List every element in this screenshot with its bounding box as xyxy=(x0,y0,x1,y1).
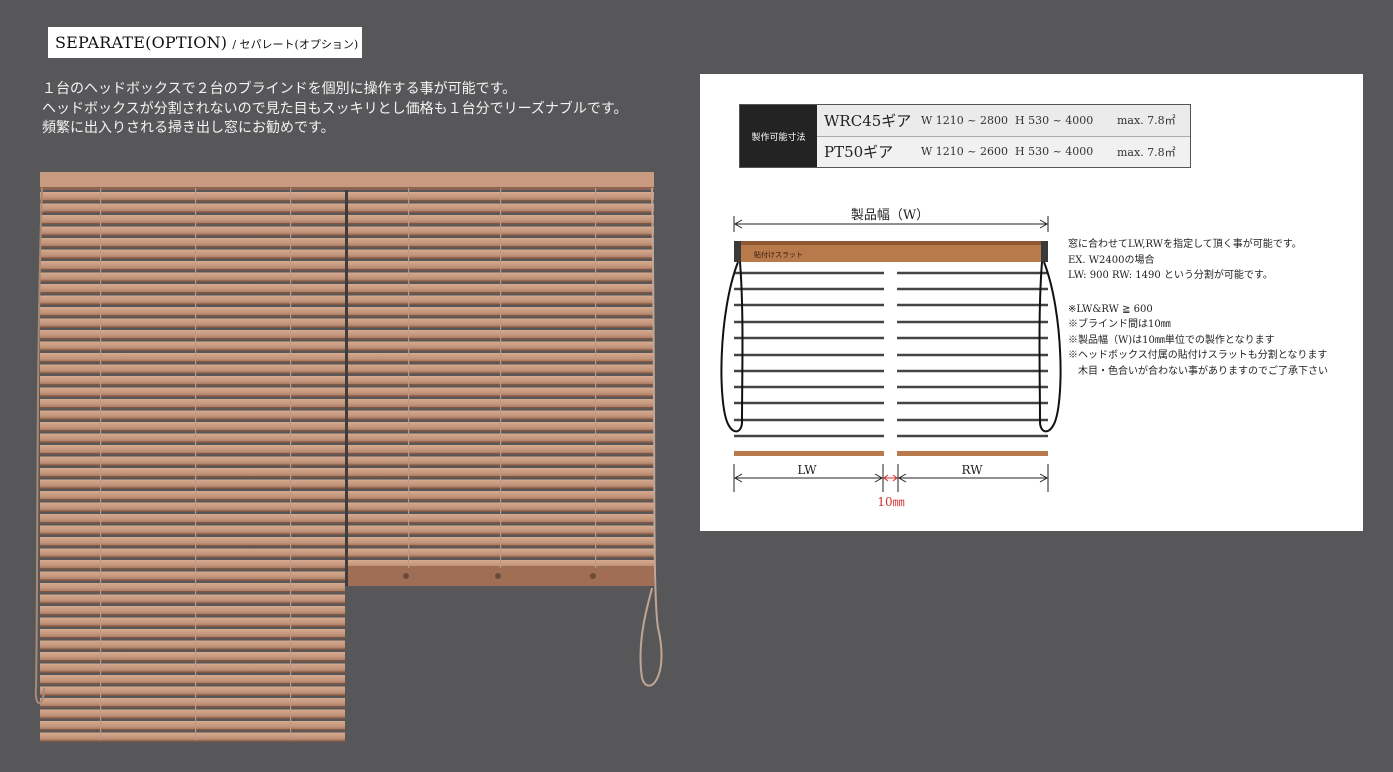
remark-line: ※LW&RW ≧ 600 xyxy=(1068,303,1153,315)
remark-line: ※製品幅（W)は10㎜単位での製作となります xyxy=(1068,334,1275,346)
note-line: LW: 900 RW: 1490 という分割が可能です。 xyxy=(1068,270,1273,281)
lw-label: LW xyxy=(797,463,817,477)
section-title: SEPARATE(OPTION) xyxy=(55,33,228,52)
description-line: １台のヘッドボックスで２台のブラインドを個別に操作する事が可能です。 xyxy=(42,81,517,97)
note-line: EX. W2400の場合 xyxy=(1068,254,1155,266)
note-line: 窓に合わせてLW,RWを指定して頂く事が可能です。 xyxy=(1068,239,1302,250)
description-line: ヘッドボックスが分割されないので見た目もスッキリとし価格も１台分でリーズナブルで… xyxy=(42,100,628,117)
width-label: 製品幅（W） xyxy=(851,208,929,223)
section-title-box: SEPARATE(OPTION) / セパレート(オプション) xyxy=(48,27,362,58)
remark-line: 木目・色合いが合わない事がありますのでご了承下さい xyxy=(1068,365,1328,377)
description: １台のヘッドボックスで２台のブラインドを個別に操作する事が可能です。 ヘッドボッ… xyxy=(42,80,627,139)
split-notes: 窓に合わせてLW,RWを指定して頂く事が可能です。 EX. W2400の場合 L… xyxy=(1068,237,1328,379)
spec-panel: 製作可能寸法 WRC45ギア W 1210 ~ 2800 H 530 ~ 400… xyxy=(700,74,1363,531)
description-line: 頻繁に出入りされる掃き出し窓にお勧めです。 xyxy=(42,120,335,136)
blind-photo xyxy=(34,172,663,742)
section-subtitle: / セパレート(オプション) xyxy=(232,38,359,51)
rw-label: RW xyxy=(961,463,983,477)
headbox-label: 貼付けスラット xyxy=(754,250,803,259)
gap-label: 10㎜ xyxy=(877,495,904,509)
remark-line: ※ブラインド間は10㎜ xyxy=(1068,319,1171,330)
remark-line: ※ヘッドボックス付属の貼付けスラットも分割となります xyxy=(1068,350,1328,361)
